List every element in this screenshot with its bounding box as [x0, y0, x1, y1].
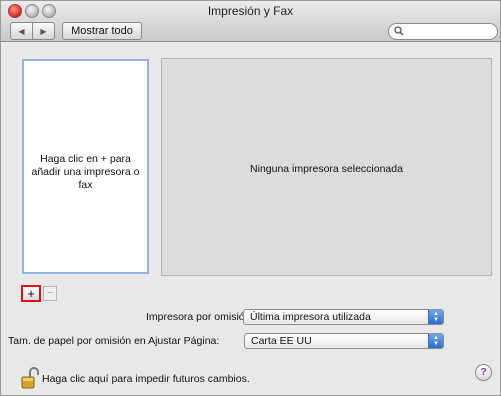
default-paper-select[interactable]: Carta EE UU ▲ ▼ [244, 333, 444, 349]
popup-arrows-icon: ▲ ▼ [428, 310, 443, 324]
search-icon [394, 26, 404, 36]
preferences-window: Impresión y Fax ◀ ▶ Mostrar todo Haga cl… [0, 0, 501, 396]
default-printer-label: Impresora por omisión: [146, 311, 254, 323]
default-paper-label: Tam. de papel por omisión en Ajustar Pág… [8, 335, 220, 347]
nav-button-group: ◀ ▶ [10, 22, 55, 40]
window-title: Impresión y Fax [207, 4, 294, 18]
help-icon[interactable]: ? [475, 364, 492, 381]
default-printer-value: Última impresora utilizada [250, 311, 371, 323]
printer-list-empty-hint: Haga clic en + para añadir una impresora… [31, 153, 140, 191]
add-printer-button[interactable]: + [21, 285, 41, 302]
search-input[interactable] [388, 23, 498, 40]
lock-message[interactable]: Haga clic aquí para impedir futuros camb… [42, 373, 250, 385]
back-button[interactable]: ◀ [11, 23, 32, 39]
printer-list[interactable]: Haga clic en + para añadir una impresora… [22, 59, 149, 274]
title-bar: Impresión y Fax ◀ ▶ Mostrar todo [1, 1, 500, 42]
no-printer-message: Ninguna impresora seleccionada [250, 163, 403, 175]
popup-arrows-icon: ▲ ▼ [428, 334, 443, 348]
remove-printer-button[interactable]: − [43, 286, 57, 301]
lock-icon[interactable] [21, 367, 39, 389]
forward-button[interactable]: ▶ [32, 23, 54, 39]
default-printer-select[interactable]: Última impresora utilizada ▲ ▼ [243, 309, 444, 325]
show-all-button[interactable]: Mostrar todo [62, 22, 142, 40]
printer-detail-panel: Ninguna impresora seleccionada [161, 58, 492, 276]
default-paper-value: Carta EE UU [251, 335, 312, 347]
